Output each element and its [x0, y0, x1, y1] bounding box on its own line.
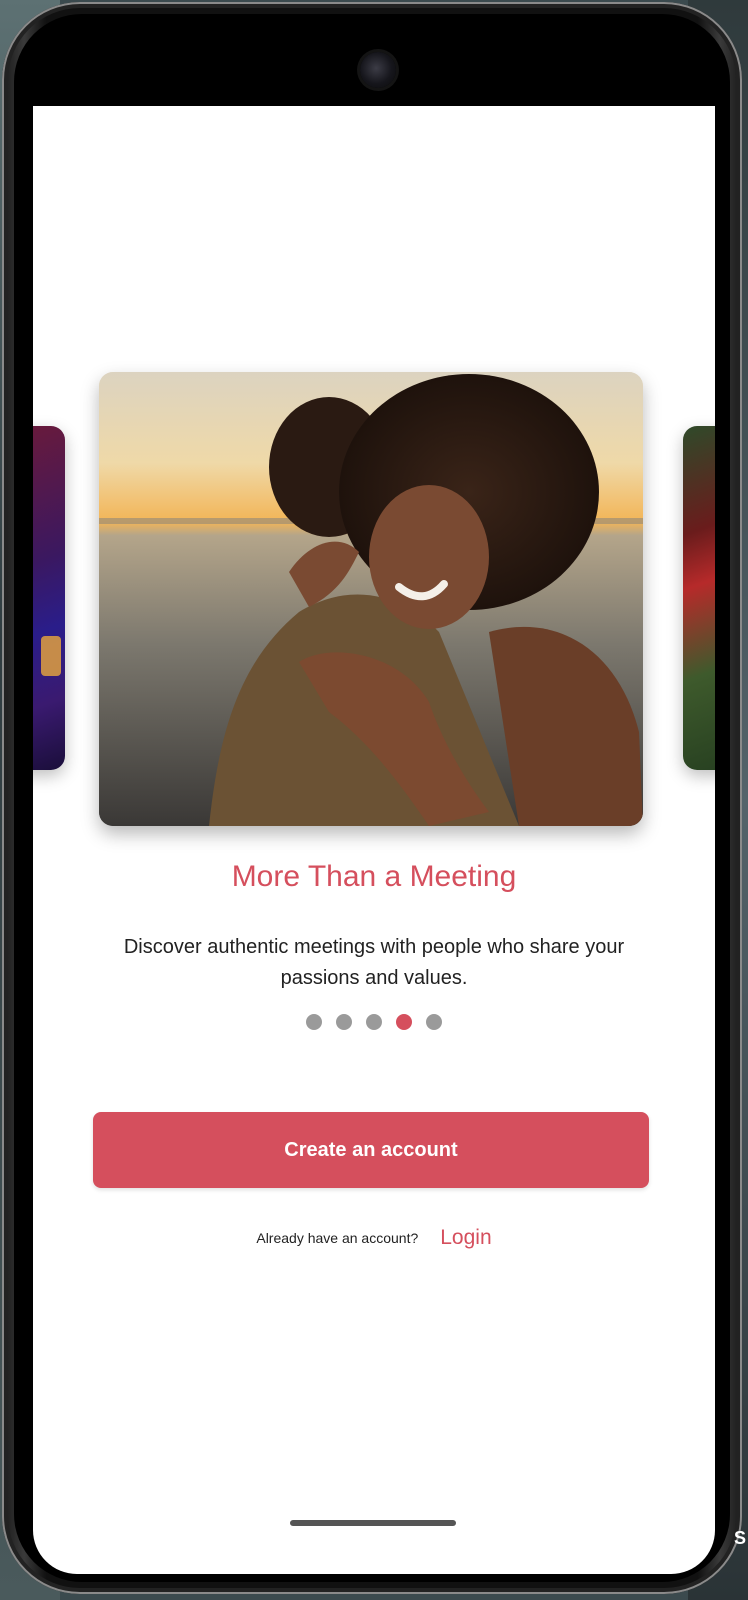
carousel-card-previous[interactable] — [33, 426, 65, 770]
carousel-card-current[interactable] — [99, 372, 643, 826]
onboarding-description: Discover authentic meetings with people … — [123, 936, 625, 989]
phone-frame: More Than a Meeting Discover authentic m… — [2, 2, 742, 1594]
pagination-dot[interactable] — [336, 1014, 352, 1030]
login-prompt: Already have an account? Login — [33, 1226, 715, 1250]
home-indicator[interactable] — [290, 1520, 456, 1526]
carousel-card-next[interactable] — [683, 426, 715, 770]
onboarding-title: More Than a Meeting — [231, 860, 517, 893]
pagination-dots — [33, 1014, 715, 1030]
pagination-dot-active[interactable] — [396, 1014, 412, 1030]
front-camera-icon — [360, 52, 396, 88]
pagination-dot[interactable] — [306, 1014, 322, 1030]
login-link[interactable]: Login — [440, 1226, 491, 1250]
login-hint-text: Already have an account? — [256, 1230, 419, 1246]
pagination-dot[interactable] — [366, 1014, 382, 1030]
image-carousel[interactable] — [33, 106, 715, 846]
create-account-button[interactable]: Create an account — [93, 1112, 649, 1188]
corner-label: S — [733, 1528, 746, 1548]
app-screen: More Than a Meeting Discover authentic m… — [33, 106, 715, 1574]
pagination-dot[interactable] — [426, 1014, 442, 1030]
couple-photo — [99, 372, 643, 826]
